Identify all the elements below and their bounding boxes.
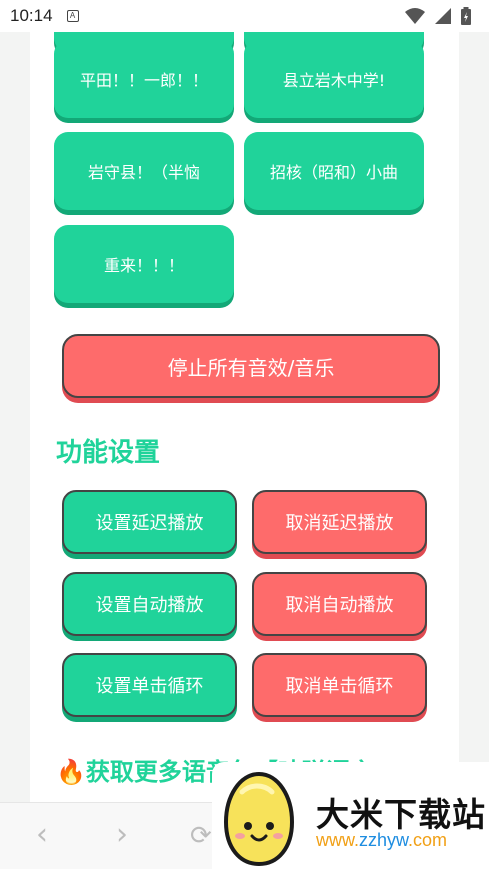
chevron-right-icon[interactable]: › [116,817,128,852]
wifi-icon [405,8,425,24]
watermark-url-prefix: www. [316,830,360,850]
signal-icon [435,8,451,24]
sound-tile-label: 重来！！！ [103,256,184,275]
sound-tile-label: 平田！！一郎！！ [79,71,208,90]
chevron-left-icon[interactable]: ‹ [36,817,48,852]
sound-tile-label: 县立岩木中学! [282,71,386,90]
status-bar: 10:14 A [0,0,489,32]
status-icons [405,7,471,25]
page-gutter-right [459,32,489,802]
set-auto-label: 设置自动播放 [95,595,204,616]
set-loop-label: 设置单击循环 [95,676,204,697]
status-time: 10:14 [10,6,53,25]
sound-tile[interactable]: 平田！！一郎！！ [54,40,234,118]
notification-icon: A [66,10,79,22]
cancel-delay-label: 取消延迟播放 [285,513,394,534]
set-delay-label: 设置延迟播放 [95,513,204,534]
page-gutter-left [0,32,30,802]
watermark: 大米下载站 www.zzhyw.com [212,762,489,869]
cancel-loop-label: 取消单击循环 [285,676,394,697]
cancel-auto-label: 取消自动播放 [285,595,394,616]
sound-tile[interactable]: 县立岩木中学! [244,40,424,118]
settings-title: 功能设置 [56,438,161,468]
cancel-auto-button[interactable]: 取消自动播放 [252,572,427,636]
watermark-brand: 大米下载站 [316,795,486,834]
sound-tile[interactable]: 重来！！！ [54,225,234,303]
sound-tile[interactable]: 岩守县！（半恼 [54,132,234,210]
watermark-url-suffix: .com [408,830,448,850]
battery-icon [461,7,471,25]
cancel-delay-button[interactable]: 取消延迟播放 [252,490,427,554]
watermark-url: www.zzhyw.com [316,830,447,851]
stop-all-button[interactable]: 停止所有音效/音乐 [62,334,440,398]
mascot-logo [223,771,295,867]
set-delay-button[interactable]: 设置延迟播放 [62,490,237,554]
set-auto-button[interactable]: 设置自动播放 [62,572,237,636]
web-content: 平田！！一郎！！ 县立岩木中学! 岩守县！（半恼 招核（昭和）小曲 重来！！！ … [30,32,459,802]
sound-tile-label: 岩守县！（半恼 [87,163,200,182]
sound-tile-label: 招核（昭和）小曲 [269,163,398,182]
sound-tile[interactable]: 招核（昭和）小曲 [244,132,424,210]
set-loop-button[interactable]: 设置单击循环 [62,653,237,717]
cancel-loop-button[interactable]: 取消单击循环 [252,653,427,717]
stop-all-label: 停止所有音效/音乐 [167,355,335,380]
refresh-icon[interactable]: ⟳ [190,821,212,851]
watermark-url-domain: zzhyw [359,830,409,850]
